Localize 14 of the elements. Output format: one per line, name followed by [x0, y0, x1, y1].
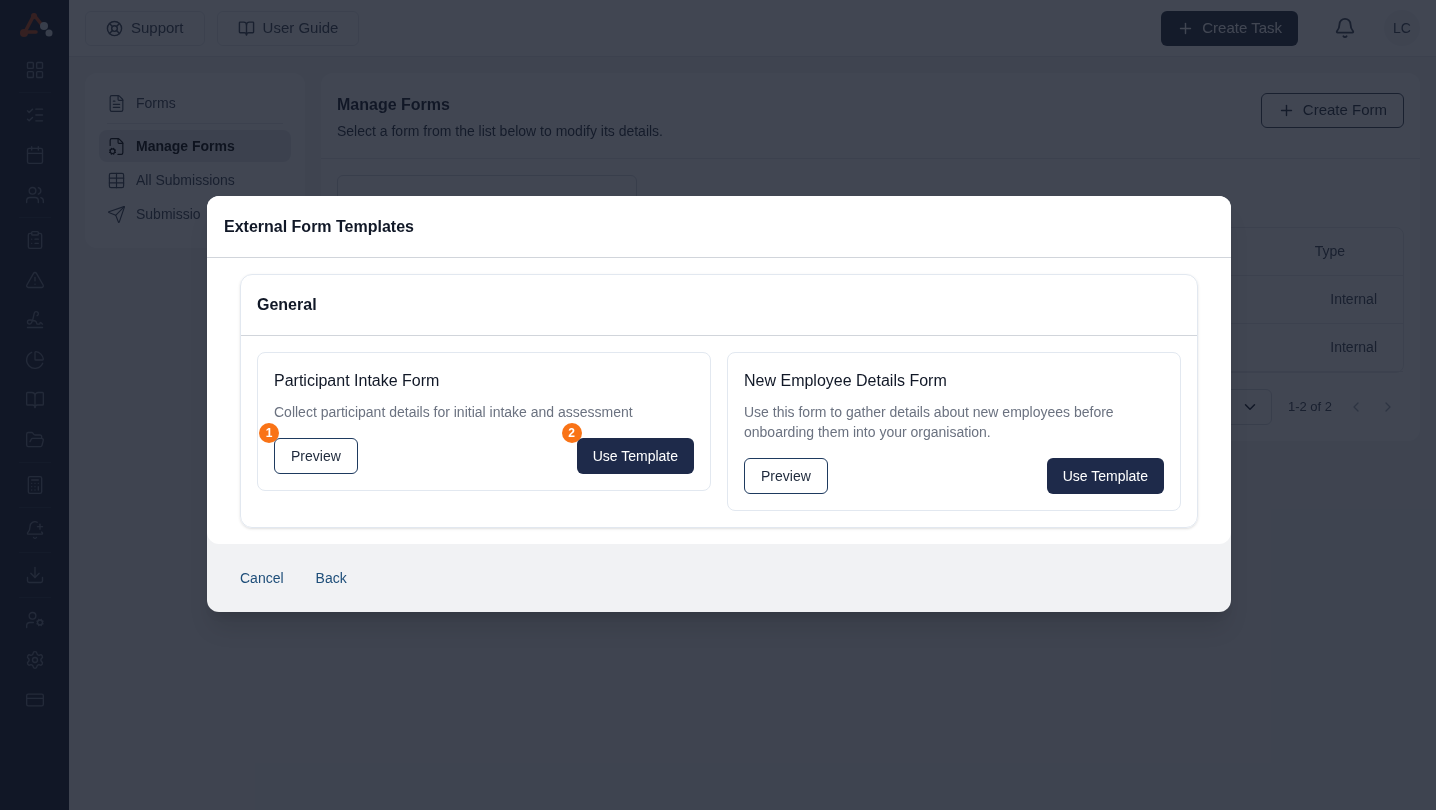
use-template-button[interactable]: Use Template [576, 438, 694, 474]
step-number-badge: 2 [561, 423, 582, 443]
preview-button[interactable]: Preview [744, 458, 828, 494]
cancel-link[interactable]: Cancel [240, 567, 284, 589]
modal-title: External Form Templates [224, 216, 414, 237]
group-title: General [257, 295, 317, 315]
template-description: Use this form to gather details about new employees before onboarding them into your organisation. [744, 403, 1115, 442]
template-description: Collect participant details for initial intake and assessment [274, 403, 634, 422]
template-title: Participant Intake Form [274, 371, 441, 391]
template-title: New Employee Details Form [744, 371, 948, 391]
back-link[interactable]: Back [315, 567, 347, 589]
preview-button[interactable]: Preview [274, 438, 358, 474]
step-number-badge: 1 [259, 423, 279, 443]
use-template-button[interactable]: Use Template [1046, 458, 1164, 494]
